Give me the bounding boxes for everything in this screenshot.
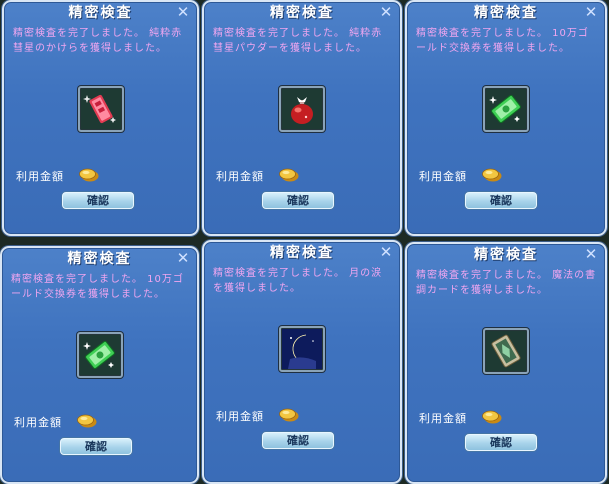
- gold-coin-icon: [79, 168, 99, 182]
- dialog-message: 精密検査を完了しました。 純粋赤彗星のかけらを獲得しました。: [13, 28, 183, 54]
- item-slot: [483, 86, 529, 132]
- red-powder-pouch-icon: [282, 89, 322, 129]
- inspection-dialog-3: 精密検査 ✕ 精密検査を完了しました。 10万ゴールド交換券を獲得しました。 利…: [405, 0, 607, 236]
- confirm-button[interactable]: 確認: [465, 192, 537, 209]
- item-slot: [483, 328, 529, 374]
- dialog-title: 精密検査: [68, 5, 133, 21]
- gold-coin-icon: [77, 414, 97, 428]
- dialog-grid: 精密検査 ✕ 精密検査を完了しました。 純粋赤彗星のかけらを獲得しました。 利用…: [0, 0, 609, 484]
- inspection-dialog-4: 精密検査 ✕ 精密検査を完了しました。 10万ゴールド交換券を獲得しました。 利…: [0, 246, 199, 484]
- confirm-button[interactable]: 確認: [62, 192, 134, 209]
- confirm-button[interactable]: 確認: [465, 434, 537, 451]
- item-slot: [279, 326, 325, 372]
- moon-tear-icon: [282, 329, 322, 369]
- dialog-message: 精密検査を完了しました。 10万ゴールド交換券を獲得しました。: [416, 28, 589, 54]
- fee-label: 利用金額: [419, 170, 467, 183]
- confirm-button[interactable]: 確認: [60, 438, 132, 455]
- fee-label: 利用金額: [16, 170, 64, 183]
- gold-coin-icon: [279, 168, 299, 182]
- fee-label: 利用金額: [216, 170, 264, 183]
- dialog-title: 精密検査: [270, 5, 334, 21]
- inspection-dialog-6: 精密検査 ✕ 精密検査を完了しました。 魔法の書調カードを獲得しました。 利用金…: [405, 242, 607, 484]
- red-shard-icon: [80, 89, 121, 129]
- dialog-title: 精密検査: [474, 5, 538, 21]
- close-icon[interactable]: ✕: [584, 246, 598, 262]
- close-icon[interactable]: ✕: [584, 4, 598, 20]
- fee-label: 利用金額: [14, 416, 62, 429]
- dialog-title: 精密検査: [67, 251, 132, 267]
- item-slot: [76, 332, 123, 378]
- dialog-message: 精密検査を完了しました。 月の涙を獲得しました。: [213, 268, 383, 294]
- dialog-message: 精密検査を完了しました。 10万ゴールド交換券を獲得しました。: [11, 274, 184, 300]
- item-slot: [279, 86, 325, 132]
- fee-label: 利用金額: [216, 410, 264, 423]
- close-icon[interactable]: ✕: [176, 4, 190, 20]
- close-icon[interactable]: ✕: [379, 4, 393, 20]
- dialog-message: 精密検査を完了しました。 魔法の書調カードを獲得しました。: [416, 270, 597, 296]
- dialog-title: 精密検査: [474, 247, 538, 263]
- gold-coin-icon: [482, 410, 502, 424]
- close-icon[interactable]: ✕: [379, 244, 393, 260]
- item-slot: [77, 86, 124, 132]
- gold-voucher-icon: [79, 335, 120, 375]
- inspection-dialog-2: 精密検査 ✕ 精密検査を完了しました。 純粋赤彗星パウダーを獲得しました。 利用…: [202, 0, 402, 236]
- magic-card-icon: [486, 331, 526, 371]
- confirm-button[interactable]: 確認: [262, 192, 334, 209]
- confirm-button[interactable]: 確認: [262, 432, 334, 449]
- close-icon[interactable]: ✕: [176, 250, 190, 266]
- gold-coin-icon: [279, 408, 299, 422]
- inspection-dialog-5: 精密検査 ✕ 精密検査を完了しました。 月の涙を獲得しました。 利用金額 確認: [202, 240, 402, 484]
- dialog-message: 精密検査を完了しました。 純粋赤彗星パウダーを獲得しました。: [213, 28, 383, 54]
- gold-voucher-icon: [486, 89, 526, 129]
- gold-coin-icon: [482, 168, 502, 182]
- inspection-dialog-1: 精密検査 ✕ 精密検査を完了しました。 純粋赤彗星のかけらを獲得しました。 利用…: [2, 0, 199, 236]
- fee-label: 利用金額: [419, 412, 467, 425]
- dialog-title: 精密検査: [270, 245, 334, 261]
